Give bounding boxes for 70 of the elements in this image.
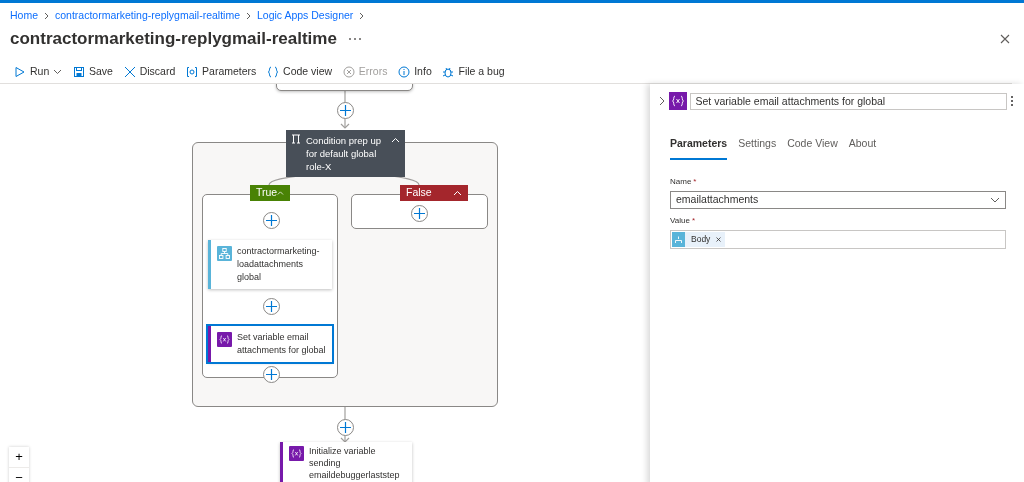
branch-name: True [256, 185, 278, 201]
plus-icon [266, 369, 277, 380]
caret-icon [53, 68, 63, 75]
add-step-button[interactable] [337, 102, 354, 119]
more-icon[interactable] [1010, 95, 1014, 107]
chevron-icon [358, 11, 366, 20]
chevron-icon [990, 196, 1000, 203]
toolbar-button[interactable]: Run [10, 61, 67, 82]
branch-label[interactable]: True [250, 185, 290, 201]
field-label: Value * [670, 214, 696, 227]
caret-icon[interactable] [391, 137, 400, 143]
branch-name: False [406, 185, 432, 201]
variable-icon [668, 92, 687, 110]
condition-title: Condition prep up for default global role-X [306, 134, 382, 173]
action-card[interactable]: contractormarketing-loadattachments global [208, 240, 332, 289]
error-icon [342, 65, 355, 78]
info-icon [398, 65, 411, 78]
panel-tab[interactable]: Code View [787, 136, 838, 160]
toolbar-button[interactable]: File a bug [438, 61, 509, 82]
brackets-icon [186, 65, 199, 78]
toolbar-button[interactable]: Info [394, 61, 436, 82]
value-field[interactable]: Body [670, 229, 1006, 249]
add-step-button[interactable] [337, 419, 354, 436]
field-label: Name * [670, 175, 698, 188]
play-icon [14, 65, 26, 78]
chevron-icon [43, 11, 50, 20]
save-icon [73, 65, 85, 78]
toolbar-button[interactable]: Parameters [182, 61, 261, 82]
caret-icon[interactable] [453, 190, 462, 196]
token-label: Body [691, 232, 711, 246]
close-icon[interactable] [1000, 34, 1010, 44]
plus-icon [414, 208, 425, 219]
toolbar-button[interactable]: Save [69, 61, 117, 82]
breadcrumb-link[interactable]: contractormarketing-replygmail-realtime [55, 7, 240, 24]
toolbar-button[interactable]: Discard [119, 61, 180, 82]
action-card[interactable]: Set variable email attachments for global [208, 326, 332, 362]
plus-icon [340, 422, 351, 433]
action-title: Initialize variable sending emaildebuggerlaststep [309, 445, 401, 481]
breadcrumb-link[interactable]: Logic Apps Designer [257, 7, 354, 24]
token-chip[interactable]: Body [672, 231, 726, 247]
plus-icon [266, 301, 277, 312]
plus-icon [340, 105, 351, 116]
panel-tab[interactable]: About [848, 136, 877, 160]
toolbar-button[interactable]: Code view [263, 61, 337, 82]
condition-icon [291, 134, 301, 144]
variable-icon [289, 446, 304, 461]
condition-card[interactable]: Condition prep up for default global role-X [286, 130, 405, 177]
zoom-in-button[interactable]: + [9, 447, 29, 467]
workflow-icon [217, 246, 232, 261]
title-field[interactable]: Set variable email attachments for global [689, 92, 1008, 110]
bug-icon [442, 65, 455, 78]
close-icon [123, 65, 136, 78]
action-card[interactable]: Initialize variable sending emaildebuggerlaststep [280, 442, 412, 482]
expand-icon[interactable] [658, 96, 666, 106]
panel-tab[interactable]: Parameters [670, 136, 728, 160]
workflow-icon [672, 231, 685, 247]
breadcrumb-link[interactable]: Home [10, 7, 38, 24]
remove-icon[interactable] [716, 236, 722, 242]
branch-label[interactable]: False [400, 185, 468, 201]
zoom-out-button[interactable]: − [9, 467, 29, 482]
name-dropdown[interactable]: emailattachments [670, 190, 1006, 209]
braces-icon [267, 65, 280, 78]
plus-icon [266, 215, 277, 226]
more-icon[interactable] [347, 37, 362, 41]
page-title: contractormarketing-replygmail-realtime [10, 28, 337, 50]
action-title: Set variable email attachments for global [237, 331, 327, 357]
panel-tab[interactable]: Settings [738, 136, 777, 160]
action-title: contractormarketing-loadattachments global [237, 245, 321, 284]
chevron-icon [245, 11, 252, 20]
variable-icon [217, 332, 232, 347]
